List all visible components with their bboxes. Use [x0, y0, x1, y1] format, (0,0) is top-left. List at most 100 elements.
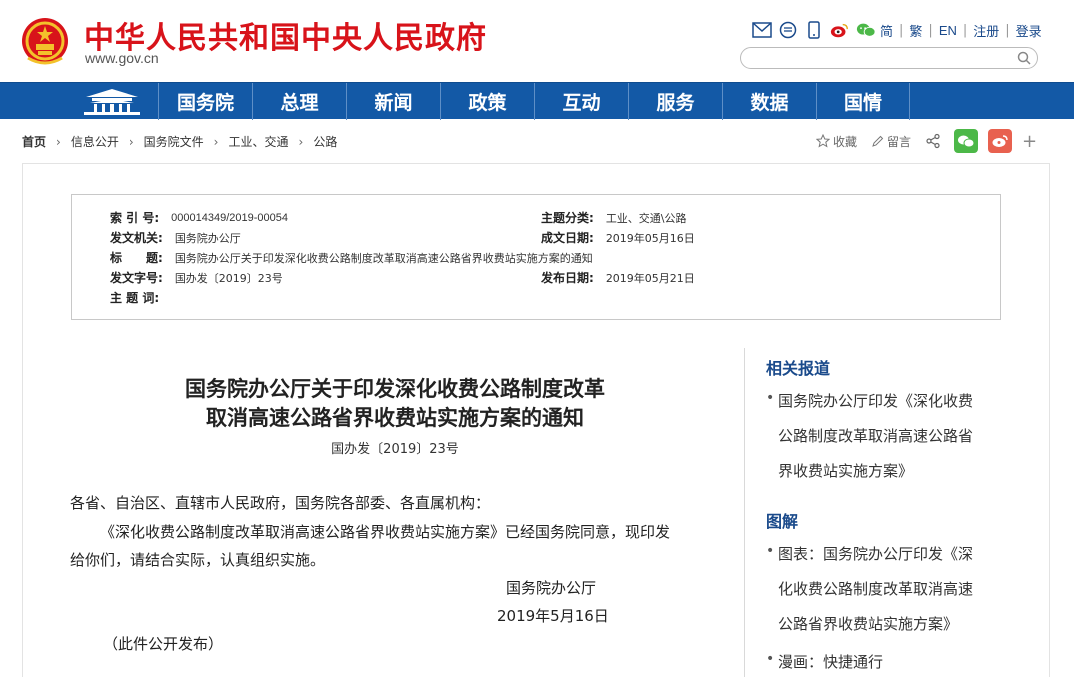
published-value: 2019年05月21日: [605, 271, 695, 285]
weibo-icon: [992, 135, 1008, 147]
chevron-right-icon: ›: [56, 134, 61, 149]
related-report-line: 公路制度改革取消高速公路省: [778, 427, 974, 445]
breadcrumb-info-disclosure[interactable]: 信息公开: [71, 133, 119, 150]
nav-items: 国务院 总理 新闻 政策 互动 服务 数据 国情: [158, 83, 910, 120]
bullet-dot: •: [766, 651, 775, 667]
bullet-dot: •: [766, 390, 775, 406]
breadcrumb-state-council-docs[interactable]: 国务院文件: [144, 133, 204, 150]
info-row-keywords: 主 题 词:: [110, 289, 171, 306]
separator: |: [962, 23, 968, 38]
related-report-line: 国务院办公厅印发《深化收费: [778, 392, 974, 410]
article-date: 2019年5月16日: [497, 607, 609, 625]
nav-item-premier[interactable]: 总理: [252, 83, 346, 120]
nav-item-data[interactable]: 数据: [722, 83, 816, 120]
issuer-value: 国务院办公厅: [174, 231, 241, 245]
category-label: 主题分类:: [541, 211, 594, 225]
nav-item-services[interactable]: 服务: [628, 83, 722, 120]
breadcrumb: 首页 › 信息公开 › 国务院文件 › 工业、交通 › 公路: [22, 133, 337, 150]
site-url[interactable]: www.gov.cn: [85, 50, 159, 66]
wechat-icon: [958, 135, 975, 148]
nav-item-policy[interactable]: 政策: [440, 83, 534, 120]
article-paragraph-line-1: 《深化收费公路制度改革取消高速公路省界收费站实施方案》已经国务院同意，现印发: [100, 523, 671, 541]
register-link[interactable]: 注册: [973, 21, 999, 40]
weibo-icon[interactable]: [830, 20, 850, 40]
published-label: 发布日期:: [541, 271, 594, 285]
traditional-link[interactable]: 繁: [909, 21, 922, 40]
nav-item-news[interactable]: 新闻: [346, 83, 440, 120]
nav-item-national-info[interactable]: 国情: [816, 83, 910, 120]
sidebar-divider: [744, 348, 745, 677]
title-label: 标 题:: [110, 251, 163, 265]
created-value: 2019年05月16日: [605, 231, 695, 245]
related-report-line: 界收费站实施方案》: [778, 462, 914, 480]
simplified-link[interactable]: 简: [880, 21, 893, 40]
english-link[interactable]: EN: [939, 23, 957, 38]
favorite-button[interactable]: 收藏: [816, 133, 857, 150]
mobile-icon[interactable]: [804, 20, 824, 40]
chat-icon[interactable]: [778, 20, 798, 40]
breadcrumb-highway[interactable]: 公路: [313, 133, 337, 150]
separator: |: [928, 23, 933, 38]
nav-item-interaction[interactable]: 互动: [534, 83, 628, 120]
main-nav: 国务院 总理 新闻 政策 互动 服务 数据 国情: [0, 82, 1074, 120]
article-title: 国务院办公厅关于印发深化收费公路制度改革 取消高速公路省界收费站实施方案的通知: [70, 374, 720, 432]
related-reports-heading: 相关报道: [766, 359, 831, 378]
article-signature: 国务院办公厅: [506, 579, 597, 597]
share-wechat-button[interactable]: [954, 129, 979, 153]
title-value: 国务院办公厅关于印发深化收费公路制度改革取消高速公路省界收费站实施方案的通知: [174, 251, 593, 265]
nav-item-state-council[interactable]: 国务院: [158, 83, 252, 120]
article-doc-number: 国办发〔2019〕23号: [331, 442, 459, 457]
info-row-title: 标 题: 国务院办公厅关于印发深化收费公路制度改革取消高速公路省界收费站实施方案…: [110, 249, 593, 266]
info-row-published: 发布日期: 2019年05月21日: [541, 269, 695, 286]
chevron-right-icon: ›: [213, 134, 219, 149]
breadcrumb-industry-transport[interactable]: 工业、交通: [228, 133, 288, 150]
comic-link[interactable]: 漫画：快捷通行: [778, 651, 883, 672]
created-label: 成文日期:: [541, 231, 594, 245]
top-icon-bar: [752, 19, 882, 41]
graphic-line: 公路省界收费站实施方案》: [778, 615, 959, 633]
graphic-line: 图表：国务院办公厅印发《深: [778, 545, 974, 563]
keywords-label: 主 题 词:: [110, 291, 160, 305]
search-icon[interactable]: [1017, 51, 1031, 65]
article-note: （此件公开发布）: [103, 635, 224, 653]
article-title-line-1: 国务院办公厅关于印发深化收费公路制度改革: [185, 376, 605, 401]
graphic-line: 化收费公路制度改革取消高速: [778, 580, 974, 598]
info-row-issuer: 发文机关: 国务院办公厅: [110, 229, 241, 246]
article-title-line-2: 取消高速公路省界收费站实施方案的通知: [206, 405, 584, 430]
search-box: [740, 47, 1038, 69]
mail-icon[interactable]: [752, 20, 772, 40]
national-emblem-icon[interactable]: [20, 14, 70, 68]
separator: |: [899, 23, 904, 38]
wechat-icon[interactable]: [856, 20, 876, 40]
comment-button[interactable]: 留言: [871, 133, 911, 150]
article-salutation: 各省、自治区、直辖市人民政府，国务院各部委、各直属机构：: [70, 494, 491, 512]
search-input[interactable]: [751, 50, 1011, 66]
more-share-icon[interactable]: +: [1022, 131, 1037, 152]
graphics-heading: 图解: [766, 512, 799, 531]
chevron-right-icon: ›: [298, 134, 304, 149]
info-row-index: 索 引 号: 000014349/2019-00054: [110, 209, 288, 226]
breadcrumb-home[interactable]: 首页: [22, 133, 46, 150]
home-building-icon[interactable]: [82, 87, 142, 115]
separator: |: [1005, 23, 1010, 38]
issuer-label: 发文机关:: [110, 231, 163, 245]
pencil-icon: [872, 135, 884, 147]
comment-label: 留言: [887, 134, 912, 149]
docno-label: 发文字号:: [110, 271, 163, 285]
language-links: 简 | 繁 | EN | 注册 | 登录: [880, 21, 1042, 40]
bullet-dot: •: [766, 543, 775, 559]
favorite-label: 收藏: [833, 134, 858, 149]
chevron-right-icon: ›: [128, 134, 134, 149]
login-link[interactable]: 登录: [1016, 21, 1042, 40]
category-value: 工业、交通\公路: [605, 211, 687, 225]
document-info-box: 索 引 号: 000014349/2019-00054 主题分类: 工业、交通\…: [71, 194, 1001, 320]
page-actions: 收藏 留言 +: [816, 128, 1037, 154]
article-paragraph-line-2: 给你们，请结合实际，认真组织实施。: [70, 551, 326, 569]
docno-value: 国办发〔2019〕23号: [174, 271, 283, 285]
share-button[interactable]: [925, 133, 944, 149]
share-weibo-button[interactable]: [988, 129, 1013, 153]
info-row-created: 成文日期: 2019年05月16日: [541, 229, 695, 246]
star-icon: [816, 134, 830, 148]
site-header: 中华人民共和国中央人民政府 www.gov.cn 简 | 繁 | EN | 注册…: [0, 0, 1074, 82]
index-value: 000014349/2019-00054: [171, 211, 288, 224]
